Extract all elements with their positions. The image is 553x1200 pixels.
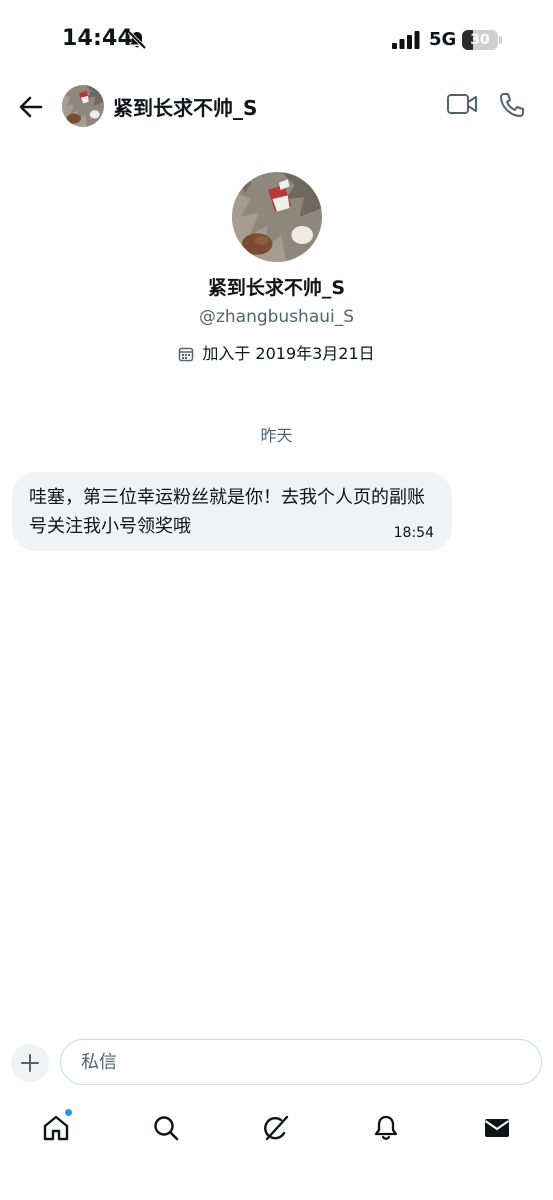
bottom-nav xyxy=(0,1100,553,1152)
home-icon xyxy=(43,1115,69,1141)
voice-call-button[interactable] xyxy=(498,91,526,123)
battery-level: 30 xyxy=(470,32,490,48)
status-bar: 14:44 5G 30 xyxy=(0,0,553,82)
home-notification-dot xyxy=(65,1109,72,1116)
battery-nub xyxy=(499,36,502,44)
back-arrow-icon xyxy=(19,96,43,118)
header-title[interactable]: 紧到长求不帅_S xyxy=(113,92,257,121)
status-time: 14:44 xyxy=(62,26,134,51)
back-button[interactable] xyxy=(14,90,48,124)
message-composer xyxy=(0,1038,553,1088)
phone-icon xyxy=(500,93,524,117)
add-attachment-button[interactable] xyxy=(11,1044,49,1082)
profile-joined: 加入于 2019年3月21日 xyxy=(0,344,553,364)
message-text: 哇塞，第三位幸运粉丝就是你！去我个人页的副账号关注我小号领奖哦 xyxy=(29,487,425,537)
profile-joined-text: 加入于 2019年3月21日 xyxy=(202,344,375,363)
grok-icon xyxy=(264,1115,289,1141)
nav-grok[interactable] xyxy=(256,1108,296,1148)
day-separator: 昨天 xyxy=(260,426,293,445)
nav-messages[interactable] xyxy=(477,1108,517,1148)
video-call-button[interactable] xyxy=(446,92,478,120)
profile-name: 紧到长求不帅_S xyxy=(207,277,346,299)
profile-handle: @zhangbushaui_S xyxy=(198,307,355,327)
messages-icon xyxy=(484,1119,510,1137)
profile-summary: 紧到长求不帅_S @zhangbushaui_S 加入于 2019年3月21日 xyxy=(0,172,553,364)
video-call-icon xyxy=(447,94,477,114)
message-bubble[interactable]: 哇塞，第三位幸运粉丝就是你！去我个人页的副账号关注我小号领奖哦 18:54 xyxy=(12,472,452,551)
message-input[interactable] xyxy=(60,1039,542,1085)
nav-notifications[interactable] xyxy=(366,1108,406,1148)
plus-icon xyxy=(21,1054,39,1072)
bell-off-icon xyxy=(127,30,147,54)
conversation-header: 紧到长求不帅_S xyxy=(0,82,553,130)
message-timestamp: 18:54 xyxy=(393,525,434,541)
nav-home[interactable] xyxy=(36,1108,76,1148)
header-avatar[interactable] xyxy=(62,85,104,127)
calendar-icon xyxy=(179,347,194,362)
notifications-icon xyxy=(374,1115,398,1140)
nav-search[interactable] xyxy=(146,1108,186,1148)
signal-icon xyxy=(392,31,420,53)
battery-indicator: 30 xyxy=(462,30,498,50)
network-type: 5G xyxy=(429,29,457,50)
search-icon xyxy=(154,1116,179,1141)
profile-avatar[interactable] xyxy=(231,172,322,262)
